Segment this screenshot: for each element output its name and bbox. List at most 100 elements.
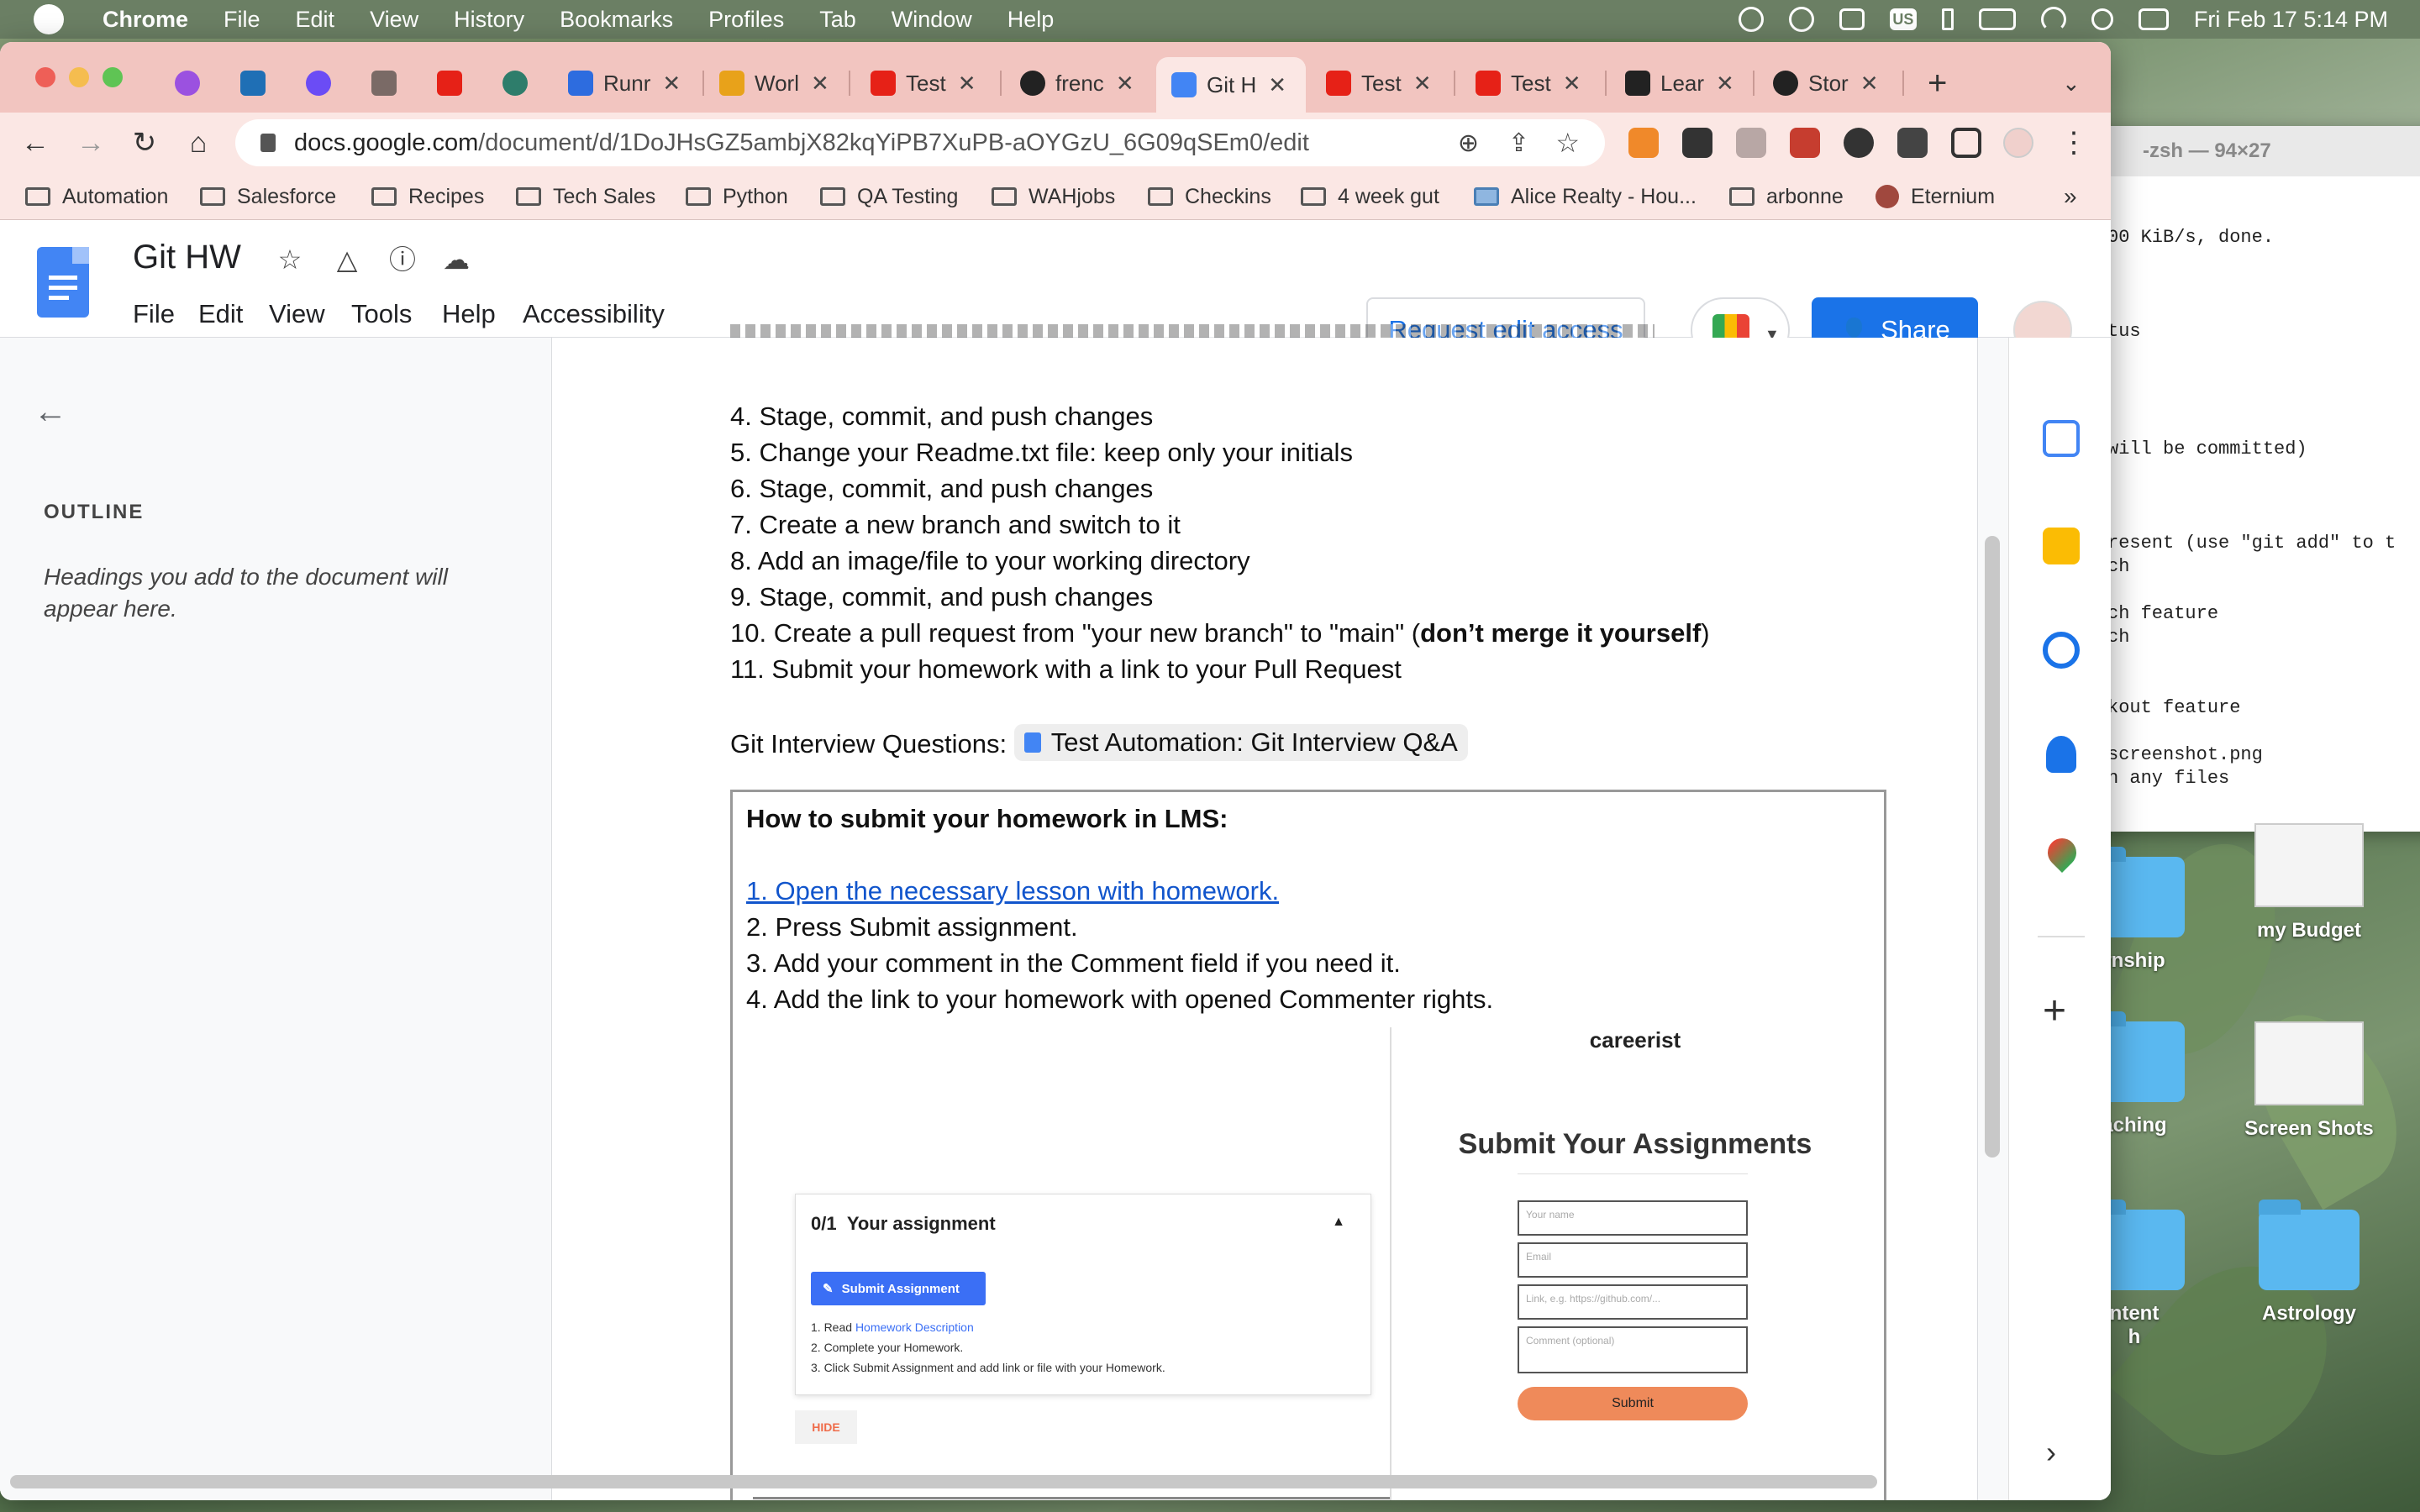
google-docs-logo-icon[interactable] — [37, 247, 89, 318]
smart-chip-link[interactable]: Test Automation: Git Interview Q&A — [1013, 724, 1468, 761]
info-icon[interactable]: ⓘ — [387, 244, 418, 276]
input-source-icon[interactable]: US — [1889, 8, 1917, 30]
pinned-tab[interactable] — [437, 66, 472, 101]
bookmark-link[interactable]: Alice Realty - Hou... — [1474, 181, 1697, 212]
close-outline-back-arrow-icon[interactable]: ← — [34, 393, 67, 431]
browser-tab[interactable]: Runr ✕ — [568, 66, 694, 101]
maximize-window-button[interactable] — [103, 67, 123, 87]
desktop-folder[interactable]: Astrology — [2225, 1200, 2393, 1326]
menubar-item-edit[interactable]: Edit — [296, 7, 335, 33]
kebab-menu-icon[interactable]: ⋮ — [2055, 124, 2092, 161]
chevron-right-icon[interactable]: › — [2046, 1435, 2056, 1470]
bookmark-folder[interactable]: WAHjobs — [992, 181, 1115, 212]
browser-tab[interactable]: Lear ✕ — [1625, 66, 1743, 101]
add-plus-icon[interactable]: + — [2043, 991, 2066, 1032]
home-icon[interactable]: ⌂ — [180, 124, 217, 161]
contacts-icon[interactable] — [2046, 736, 2076, 773]
back-arrow-icon[interactable]: ← — [17, 124, 54, 161]
profile-avatar-icon[interactable] — [2003, 128, 2033, 158]
more-bookmarks-chevron-icon[interactable]: » — [2064, 181, 2077, 212]
embedded-image-assignment[interactable]: 0/1 Your assignment ▲ ✎ Submit Assignment… — [753, 1175, 1392, 1499]
bookmark-folder[interactable]: Automation — [25, 181, 168, 212]
maps-icon[interactable] — [2041, 832, 2083, 874]
move-to-drive-icon[interactable]: △ — [331, 244, 363, 276]
volume-icon[interactable] — [1839, 8, 1865, 30]
bookmark-folder[interactable]: Tech Sales — [516, 181, 655, 212]
bookmark-folder[interactable]: QA Testing — [820, 181, 958, 212]
puzzle-extensions-icon[interactable] — [1844, 128, 1874, 158]
calendar-icon[interactable] — [2043, 420, 2080, 457]
horizontal-scrollbar[interactable] — [10, 1475, 1877, 1488]
bookmark-folder[interactable]: Recipes — [371, 181, 484, 212]
tab-close-icon[interactable]: ✕ — [1268, 72, 1286, 98]
play-icon[interactable] — [1788, 7, 1814, 32]
extension-icon[interactable] — [1682, 128, 1712, 158]
docs-menu-file[interactable]: File — [133, 299, 175, 329]
docs-menu-edit[interactable]: Edit — [198, 299, 243, 329]
megaphone-extension-icon[interactable] — [1790, 128, 1820, 158]
pinned-tab[interactable] — [240, 66, 276, 101]
star-icon[interactable]: ☆ — [274, 244, 306, 276]
menubar-app-name[interactable]: Chrome — [103, 7, 188, 33]
zoom-icon[interactable]: ⊕ — [1458, 129, 1479, 158]
tasks-icon[interactable] — [2043, 632, 2080, 669]
pinned-tab[interactable] — [371, 66, 407, 101]
menubar-item-tab[interactable]: Tab — [819, 7, 856, 33]
tab-close-icon[interactable]: ✕ — [958, 71, 976, 97]
keep-icon[interactable] — [2043, 528, 2080, 564]
menubar-item-profiles[interactable]: Profiles — [708, 7, 784, 33]
reload-icon[interactable]: ↻ — [126, 124, 163, 161]
menubar-clock[interactable]: Fri Feb 17 5:14 PM — [2194, 7, 2388, 33]
tab-close-icon[interactable]: ✕ — [1716, 71, 1734, 97]
bookmark-folder[interactable]: Python — [686, 181, 788, 212]
bookmark-folder[interactable]: arbonne — [1729, 181, 1844, 212]
embedded-image-submit-form[interactable]: careerist Submit Your Assignments Your n… — [1390, 1027, 1877, 1500]
terminal-window[interactable]: -zsh — 94×27 00 KiB/s, done. tus will be… — [2092, 126, 2420, 832]
document-title[interactable]: Git HW — [133, 239, 241, 276]
browser-tab[interactable]: Test ✕ — [871, 66, 988, 101]
bookmark-folder[interactable]: Checkins — [1148, 181, 1271, 212]
side-panel-icon[interactable] — [1951, 128, 1981, 158]
metamask-extension-icon[interactable] — [1628, 128, 1659, 158]
vertical-scrollbar[interactable] — [1985, 536, 2000, 1158]
creative-cloud-icon[interactable] — [1738, 7, 1764, 32]
pinned-tab[interactable] — [502, 66, 538, 101]
menubar-item-file[interactable]: File — [224, 7, 260, 33]
browser-tab[interactable]: Worl ✕ — [719, 66, 837, 101]
menubar-item-help[interactable]: Help — [1007, 7, 1055, 33]
tab-close-icon[interactable]: ✕ — [811, 71, 829, 97]
browser-tab[interactable]: Stor ✕ — [1773, 66, 1891, 101]
browser-tab[interactable]: frenc ✕ — [1020, 66, 1144, 101]
wifi-icon[interactable] — [2040, 7, 2066, 32]
minimize-window-button[interactable] — [69, 67, 89, 87]
desktop-folder[interactable]: Screen Shots — [2225, 1021, 2393, 1141]
new-tab-plus-icon[interactable]: + — [1928, 66, 1947, 101]
tab-close-icon[interactable]: ✕ — [1413, 71, 1432, 97]
docs-menu-help[interactable]: Help — [442, 299, 496, 329]
docs-menu-view[interactable]: View — [269, 299, 325, 329]
bookmark-star-icon[interactable]: ☆ — [1555, 127, 1580, 159]
share-page-icon[interactable]: ⇪ — [1508, 129, 1529, 158]
extension-icon[interactable] — [1736, 128, 1766, 158]
document-page[interactable]: 4. Stage, commit, and push changes 5. Ch… — [551, 324, 1978, 1500]
menubar-item-view[interactable]: View — [370, 7, 418, 33]
bluetooth-icon[interactable] — [1941, 8, 1954, 30]
address-bar[interactable]: docs.google.com/document/d/1DoJHsGZ5ambj… — [235, 119, 1605, 166]
tab-search-chevron-down-icon[interactable]: ⌄ — [2062, 66, 2081, 101]
menubar-item-bookmarks[interactable]: Bookmarks — [560, 7, 673, 33]
browser-tab[interactable]: Test ✕ — [1476, 66, 1593, 101]
forward-arrow-icon[interactable]: → — [72, 124, 109, 161]
menubar-item-history[interactable]: History — [454, 7, 524, 33]
cloud-saved-icon[interactable]: ☁ — [440, 244, 472, 276]
search-icon[interactable] — [2091, 8, 2113, 30]
bookmark-link[interactable]: Eternium — [1876, 181, 1995, 212]
apple-icon[interactable] — [34, 4, 64, 34]
browser-tab-active[interactable]: Git H ✕ — [1156, 57, 1306, 113]
desktop-file[interactable]: my Budget — [2225, 823, 2393, 942]
bookmark-folder[interactable]: Salesforce — [200, 181, 336, 212]
menubar-item-window[interactable]: Window — [892, 7, 972, 33]
bookmark-folder[interactable]: 4 week gut — [1301, 181, 1439, 212]
close-window-button[interactable] — [35, 67, 55, 87]
tab-close-icon[interactable]: ✕ — [1116, 71, 1134, 97]
battery-icon[interactable] — [1978, 8, 2016, 30]
